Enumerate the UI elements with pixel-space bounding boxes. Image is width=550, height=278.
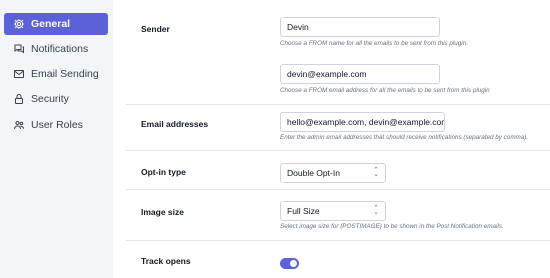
optin-type-label: Opt-in type [141,167,186,177]
sidebar-item-label: Email Sending [31,68,99,80]
chat-bubbles-icon [13,43,25,55]
image-size-value: Full Size [287,206,320,216]
divider [126,104,550,105]
sender-email-help: Choose a FROM email address for all the … [280,87,490,94]
sidebar-item-general[interactable]: General [4,13,108,35]
sidebar-item-notifications[interactable]: Notifications [4,38,108,60]
toggle-knob [290,260,297,267]
settings-sidebar: General Notifications Email Sending Secu… [0,0,113,278]
sender-email-field[interactable]: devin@example.com [280,64,440,84]
sidebar-item-label: Security [31,93,69,105]
sender-label: Sender [141,24,170,34]
users-icon [13,119,25,131]
sidebar-item-label: Notifications [31,43,89,55]
sidebar-item-user-roles[interactable]: User Roles [4,114,108,136]
optin-type-value: Double Opt-In [287,168,340,178]
gear-icon [13,18,25,30]
chevron-up-down-icon: ⌃ ⌄ [373,204,379,216]
image-size-select[interactable]: Full Size ⌃ ⌄ [280,201,386,221]
sidebar-item-label: General [31,18,71,30]
chevron-up-down-icon: ⌃ ⌄ [373,166,379,178]
lock-icon [13,93,25,105]
divider [126,150,550,151]
track-opens-toggle[interactable] [280,258,299,269]
email-addresses-label: Email addresses [141,119,209,129]
email-addresses-field[interactable]: hello@example.com, devin@example.com [280,112,445,132]
optin-type-select[interactable]: Double Opt-In ⌃ ⌄ [280,163,386,183]
track-opens-label: Track opens [141,256,191,266]
sidebar-item-email-sending[interactable]: Email Sending [4,63,108,85]
email-addresses-help: Enter the admin email addresses that sho… [280,134,529,141]
sidebar-item-label: User Roles [31,119,83,131]
image-size-help: Select image size for {POSTIMAGE} to be … [280,223,504,230]
divider [126,189,550,190]
sender-name-field[interactable]: Devin [280,17,440,37]
image-size-label: Image size [141,207,184,217]
envelope-icon [13,68,25,80]
sender-name-help: Choose a FROM name for all the emails to… [280,40,468,47]
sidebar-item-security[interactable]: Security [4,88,108,110]
divider [126,240,550,241]
